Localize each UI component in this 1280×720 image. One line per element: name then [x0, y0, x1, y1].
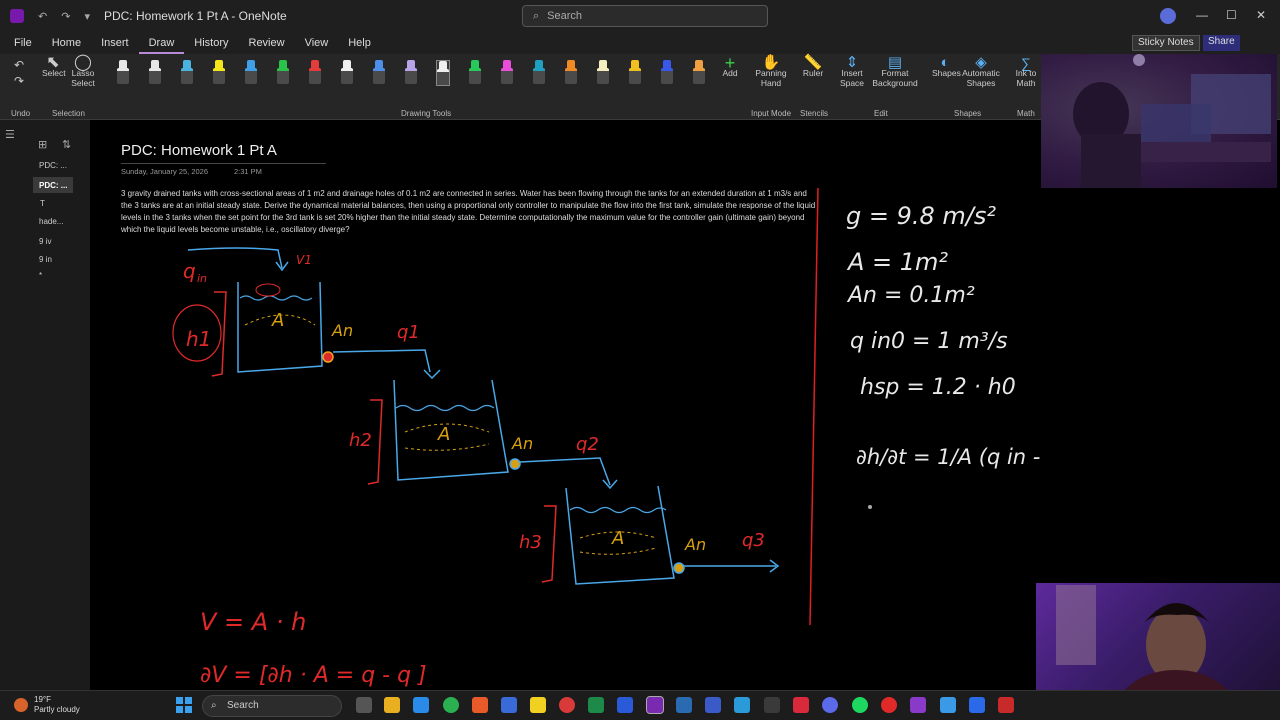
- webcam-room-image: [1041, 54, 1277, 188]
- pdf-icon[interactable]: [793, 697, 809, 713]
- setpoint-equation: hsp = 1.2 · h0: [860, 375, 1016, 400]
- weather-condition: Partly cloudy: [34, 705, 80, 714]
- app-icon-arrow[interactable]: [734, 697, 750, 713]
- volume-balance-equation: ∂V = [∂h · A = q - q ]: [200, 663, 427, 688]
- ink-dot: [868, 505, 872, 509]
- q-in-subscript: in: [197, 272, 207, 285]
- app-icon-teal[interactable]: [940, 697, 956, 713]
- tank-1-level-circle: [255, 283, 281, 297]
- q-in-label: q: [183, 259, 196, 283]
- onenote-taskbar-icon[interactable]: [646, 696, 664, 714]
- tank-2-water-surface: [395, 404, 495, 412]
- taskbar-search[interactable]: ⌕ Search: [202, 695, 342, 717]
- valve-1-icon: [322, 351, 334, 363]
- outflow-arrow-1: [423, 369, 441, 380]
- tank-2-area-label: A: [437, 424, 450, 445]
- h1-label: h1: [186, 327, 211, 351]
- initial-flow-equation: q in0 = 1 m³/s: [850, 329, 1008, 354]
- valve-3-area-label: An: [684, 535, 706, 554]
- taskbar-search-label: Search: [227, 700, 259, 711]
- weather-temp: 19°F: [34, 695, 51, 704]
- tank-1-area-label: A: [271, 310, 284, 331]
- valve-1-area-label: An: [331, 321, 353, 340]
- h3-label: h3: [519, 532, 542, 553]
- notes-icon[interactable]: [530, 697, 546, 713]
- gravity-equation: g = 9.8 m/s²: [846, 202, 996, 230]
- spotify-icon[interactable]: [852, 697, 868, 713]
- h3-bracket: [541, 505, 557, 583]
- weather-widget[interactable]: 19°F Partly cloudy: [34, 695, 80, 715]
- app-icon-gray[interactable]: [764, 697, 780, 713]
- valve-3-icon: [673, 562, 685, 574]
- h2-label: h2: [349, 430, 372, 451]
- edge-icon[interactable]: [413, 697, 429, 713]
- app-icon-red[interactable]: [559, 697, 575, 713]
- h1-bracket: [211, 291, 227, 377]
- q3-label: q3: [742, 530, 765, 551]
- q1-label: q1: [397, 322, 420, 343]
- file-explorer-icon[interactable]: [384, 697, 400, 713]
- task-view-icon[interactable]: [356, 697, 372, 713]
- close-button[interactable]: ✕: [1256, 8, 1266, 22]
- hole-area-equation: An = 0.1m²: [846, 283, 975, 308]
- v1-label: V1: [296, 253, 312, 267]
- outflow-pipe-1: [332, 349, 431, 373]
- app-icon-circle[interactable]: [881, 697, 897, 713]
- word-icon[interactable]: [617, 697, 633, 713]
- chrome-icon[interactable]: [443, 697, 459, 713]
- valve-2-icon: [509, 458, 521, 470]
- tank-3-area-label: A: [611, 528, 624, 549]
- app-icon-blue[interactable]: [705, 697, 721, 713]
- taskbar-search-icon: ⌕: [211, 700, 217, 711]
- area-equation: A = 1m²: [846, 248, 948, 276]
- outlook-icon[interactable]: [676, 697, 692, 713]
- windows-start-icon[interactable]: [176, 697, 192, 713]
- app-icon-window[interactable]: [969, 697, 985, 713]
- red-divider-line: [809, 187, 819, 626]
- account-avatar[interactable]: [1160, 8, 1176, 24]
- app-icon-purple[interactable]: [910, 697, 926, 713]
- windows-taskbar: 19°F Partly cloudy ⌕ Search: [0, 690, 1280, 720]
- minimize-button[interactable]: —: [1196, 8, 1208, 22]
- outflow-pipe-2: [519, 457, 611, 486]
- discord-icon[interactable]: [822, 697, 838, 713]
- valve-2-area-label: An: [511, 434, 533, 453]
- volume-equation: V = A · h: [200, 608, 306, 636]
- sticky-notes-button[interactable]: Sticky Notes: [1132, 35, 1200, 51]
- store-icon[interactable]: [501, 697, 517, 713]
- brave-icon[interactable]: [472, 697, 488, 713]
- height-ode-equation: ∂h/∂t = 1/A (q in - An √2gh): [856, 445, 1040, 469]
- tank-3-water-surface: [569, 506, 667, 514]
- webcam-overlay-room: [1041, 54, 1277, 188]
- excel-icon[interactable]: [588, 697, 604, 713]
- weather-icon: [14, 698, 28, 712]
- app-icon-dark-red[interactable]: [998, 697, 1014, 713]
- maximize-button[interactable]: ☐: [1226, 8, 1237, 22]
- inflow-pipe: [187, 247, 283, 269]
- handwritten-ink-layer[interactable]: q in V1 h1 A An q1 h2 A An q2 h3 A An q3…: [0, 0, 1040, 690]
- q2-label: q2: [576, 434, 599, 455]
- share-button[interactable]: Share: [1203, 35, 1240, 51]
- tank-1-water-surface: [239, 295, 313, 301]
